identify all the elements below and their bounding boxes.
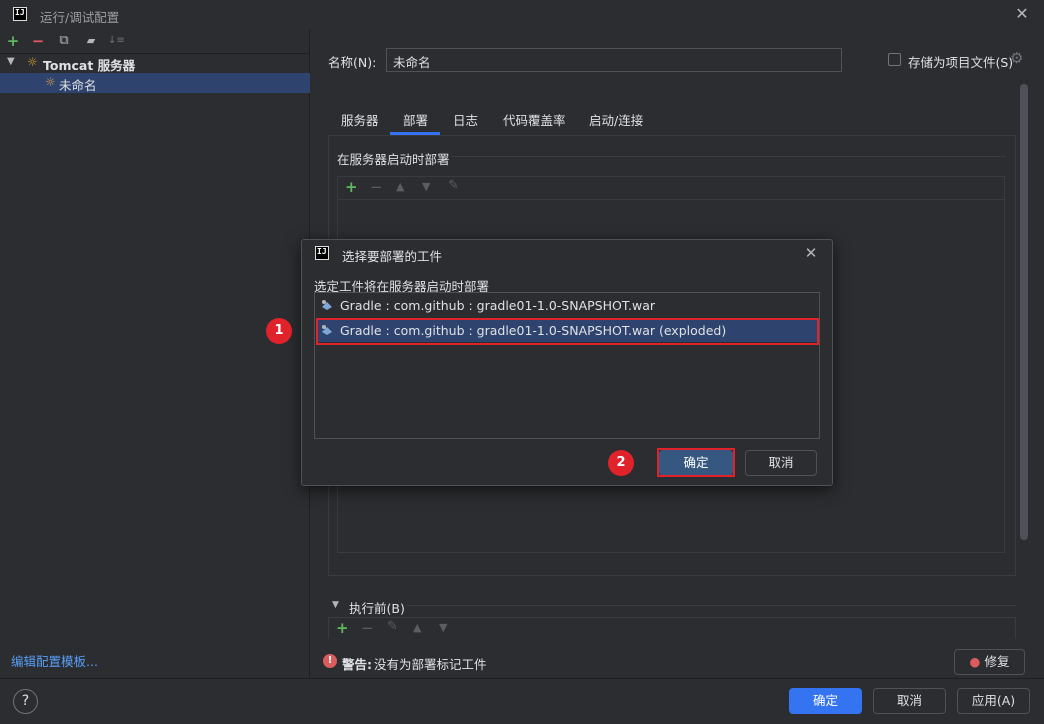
annotation-badge-2: 2	[608, 450, 634, 476]
copy-icon[interactable]: ⧉	[56, 33, 72, 49]
artifact-icon	[322, 300, 332, 310]
before-launch-label: 执行前(B)	[349, 601, 405, 616]
warning-text: 没有为部署标记工件	[374, 657, 487, 672]
annotation-highlight-box	[657, 448, 735, 477]
edit-icon[interactable]: ✎	[387, 619, 398, 634]
store-project-label: 存储为项目文件(S)	[908, 55, 1014, 70]
dialog-title: 选择要部署的工件	[342, 249, 443, 264]
move-up-icon[interactable]: ▲	[413, 621, 421, 634]
new-folder-icon[interactable]: ▰	[83, 33, 99, 49]
before-launch-list: + − ✎ ▲ ▼	[328, 617, 1016, 639]
move-down-icon[interactable]: ▼	[422, 180, 430, 193]
gear-icon[interactable]: ⚙	[1010, 49, 1023, 67]
tree-toolbar: + − ⧉ ▰ ↓≡	[0, 30, 310, 52]
tab-server[interactable]: 服务器	[341, 110, 379, 129]
intellij-logo-icon: IJ	[315, 246, 329, 260]
list-item[interactable]: Gradle : com.github : gradle01-1.0-SNAPS…	[316, 294, 818, 317]
remove-icon[interactable]: −	[370, 178, 383, 196]
artifact-label: Gradle : com.github : gradle01-1.0-SNAPS…	[340, 298, 655, 313]
ok-button[interactable]: 确定	[789, 688, 862, 714]
add-icon[interactable]: +	[336, 619, 349, 637]
tree-group-tomcat[interactable]: ▼ ☼ Tomcat 服务器	[0, 54, 310, 73]
remove-icon[interactable]: −	[361, 619, 374, 637]
tab-logs[interactable]: 日志	[453, 110, 478, 129]
add-icon[interactable]: +	[5, 33, 21, 49]
artifact-list[interactable]: Gradle : com.github : gradle01-1.0-SNAPS…	[314, 292, 820, 439]
fix-label: 修复	[984, 654, 1010, 669]
lightbulb-icon: ●	[969, 654, 981, 669]
tree-item-label: 未命名	[59, 78, 97, 93]
edit-templates-link[interactable]: 编辑配置模板...	[11, 651, 98, 670]
chevron-down-icon[interactable]: ▼	[7, 56, 15, 67]
sort-icon[interactable]: ↓≡	[108, 33, 125, 49]
divider	[407, 605, 1016, 606]
deploy-section-title: 在服务器启动时部署	[337, 152, 450, 167]
scrollbar[interactable]	[1020, 84, 1028, 540]
apply-button[interactable]: 应用(A)	[957, 688, 1030, 714]
tab-coverage[interactable]: 代码覆盖率	[503, 110, 566, 129]
store-project-checkbox[interactable]	[888, 53, 901, 66]
tab-startup[interactable]: 启动/连接	[589, 110, 643, 129]
config-tree-panel: + − ⧉ ▰ ↓≡	[0, 30, 310, 678]
add-icon[interactable]: +	[345, 178, 358, 196]
name-value: 未命名	[393, 55, 431, 70]
tree-item-unnamed[interactable]: ☼ 未命名	[0, 73, 310, 93]
name-label: 名称(N):	[328, 55, 377, 70]
name-field[interactable]: 未命名	[386, 48, 842, 72]
window-title: 运行/调试配置	[40, 10, 120, 25]
dialog-cancel-button[interactable]: 取消	[745, 450, 817, 476]
remove-icon[interactable]: −	[30, 33, 46, 49]
chevron-down-icon[interactable]: ▼	[332, 600, 339, 610]
intellij-logo-icon: IJ	[13, 7, 27, 21]
error-icon: !	[323, 654, 337, 668]
divider	[452, 156, 1006, 157]
move-up-icon[interactable]: ▲	[396, 180, 404, 193]
tomcat-icon: ☼	[27, 55, 38, 69]
warning-prefix: 警告:	[342, 657, 372, 672]
window-titlebar: IJ 运行/调试配置 ✕	[0, 0, 1044, 30]
annotation-highlight-box	[316, 318, 819, 345]
tree-group-label: Tomcat 服务器	[43, 58, 136, 73]
tab-deployment[interactable]: 部署	[403, 110, 428, 129]
help-button[interactable]: ?	[13, 689, 38, 714]
close-icon[interactable]: ✕	[1012, 4, 1032, 24]
close-icon[interactable]: ✕	[801, 243, 821, 263]
cancel-button[interactable]: 取消	[873, 688, 946, 714]
edit-icon[interactable]: ✎	[448, 178, 459, 193]
annotation-badge-1: 1	[266, 318, 292, 344]
fix-button[interactable]: ● 修复	[954, 649, 1025, 675]
tomcat-icon: ☼	[45, 75, 56, 89]
move-down-icon[interactable]: ▼	[439, 621, 447, 634]
deploy-toolbar: + − ▲ ▼ ✎	[337, 176, 1005, 200]
